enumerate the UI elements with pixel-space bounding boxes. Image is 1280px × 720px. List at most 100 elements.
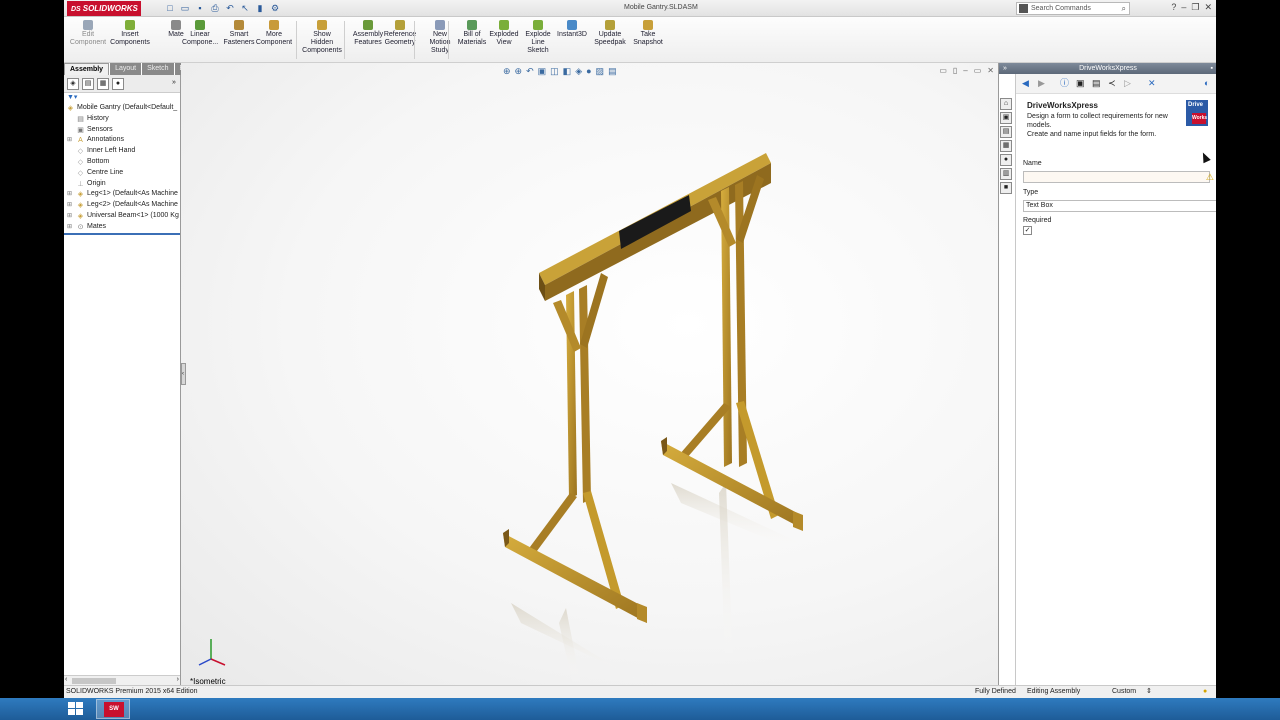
search-scope-icon[interactable]: [1019, 4, 1028, 13]
scroll-right-icon[interactable]: ›: [177, 676, 179, 683]
search-icon[interactable]: ⌕: [1122, 3, 1126, 14]
taskbar-solidworks-app[interactable]: SW: [96, 699, 130, 719]
feature-manager-panel: ◈ ▤ ▦ ● » ▼▾ ◈ Mobile Gantry (Default<Def…: [64, 75, 181, 685]
driveworks-tab-icon[interactable]: ■: [1000, 182, 1012, 194]
pin-icon[interactable]: ▪: [1211, 63, 1213, 74]
rules-icon[interactable]: ≺: [1108, 77, 1116, 89]
insert-components-button[interactable]: Insert Components: [110, 20, 150, 47]
forward-icon[interactable]: ▶: [1038, 77, 1045, 89]
reference-geometry-icon: [395, 20, 405, 30]
tree-item[interactable]: ◇ Bottom: [64, 157, 180, 168]
filter-icon[interactable]: ▼▾: [64, 93, 180, 103]
form-icon[interactable]: ▤: [1092, 77, 1101, 89]
type-select[interactable]: Text Box ⌄: [1023, 200, 1216, 212]
more-component-label: More Component: [255, 31, 293, 46]
expand-icon[interactable]: ⊞: [67, 135, 72, 146]
tree-item[interactable]: ⊞ A Annotations: [64, 135, 180, 146]
info-icon[interactable]: ⓘ: [1060, 77, 1069, 89]
expand-icon[interactable]: ⊞: [67, 222, 72, 233]
file-explorer-tab-icon[interactable]: ▤: [1000, 126, 1012, 138]
run-icon[interactable]: ▷: [1124, 77, 1131, 89]
document-title: Mobile Gantry.SLDASM: [624, 4, 698, 11]
tab-sketch[interactable]: Sketch: [142, 63, 174, 75]
close-icon[interactable]: ✕: [1148, 77, 1156, 89]
tree-item[interactable]: ▣ Sensors: [64, 125, 180, 136]
help-icon[interactable]: ?: [1171, 2, 1176, 13]
toolbar-separator: [414, 21, 415, 59]
smart-fasteners-button[interactable]: Smart Fasteners: [219, 20, 259, 47]
rebuild-icon[interactable]: ▮: [254, 2, 266, 14]
expand-icon[interactable]: ⊞: [67, 200, 72, 211]
minimize-icon[interactable]: –: [1181, 2, 1186, 13]
expand-panel-icon[interactable]: »: [168, 78, 180, 90]
undo-icon[interactable]: ↶: [224, 2, 236, 14]
configuration-tab-icon[interactable]: ▦: [97, 78, 109, 90]
new-document-icon[interactable]: □: [164, 2, 176, 14]
show-hidden-icon: [317, 20, 327, 30]
tree-item[interactable]: ▤ History: [64, 114, 180, 125]
tree-item[interactable]: ⊞ ⊙ Mates: [64, 222, 180, 233]
appearances-tab-icon[interactable]: ●: [1000, 154, 1012, 166]
units-spinner-icon[interactable]: ⇕: [1146, 686, 1152, 698]
show-hidden-label: Show Hidden Components: [302, 31, 342, 54]
tree-item[interactable]: ◇ Inner Left Hand: [64, 146, 180, 157]
required-checkbox[interactable]: ✓: [1023, 226, 1032, 235]
save-icon[interactable]: ▪: [194, 2, 206, 14]
property-manager-tab-icon[interactable]: ▤: [82, 78, 94, 90]
window-controls: ? – ❐ ✕: [1171, 2, 1212, 13]
scroll-thumb[interactable]: [72, 678, 116, 684]
update-speedpak-button[interactable]: Update Speedpak: [590, 20, 630, 47]
tree-item[interactable]: ◇ Centre Line: [64, 168, 180, 179]
scroll-left-icon[interactable]: ‹: [65, 676, 67, 683]
tree-item[interactable]: ⊞ ◈ Universal Beam<1> (1000 Kg: [64, 211, 180, 222]
horizontal-scrollbar[interactable]: ‹ ›: [64, 675, 180, 685]
instant3d-button[interactable]: Instant3D: [552, 20, 592, 39]
search-commands-input[interactable]: Search Commands ⌕: [1016, 2, 1130, 15]
design-library-tab-icon[interactable]: ▣: [1000, 112, 1012, 124]
appearance-tab-icon[interactable]: ●: [112, 78, 124, 90]
expand-icon[interactable]: ⊞: [67, 189, 72, 200]
resources-tab-icon[interactable]: ⌂: [1000, 98, 1012, 110]
open-icon[interactable]: ▭: [179, 2, 191, 14]
leg-1[interactable]: [503, 273, 647, 623]
units-selector[interactable]: Custom: [1112, 686, 1136, 698]
tree-item[interactable]: ◈ Mobile Gantry (Default<Default_: [64, 103, 180, 114]
instant3d-icon: [567, 20, 577, 30]
linear-component-button[interactable]: Linear Compone...: [182, 20, 218, 47]
tree-item-label: Origin: [87, 179, 106, 187]
solidworks-logo[interactable]: DS SOLIDWORKS: [67, 1, 141, 16]
options-icon[interactable]: ⚙: [269, 2, 281, 14]
task-pane-tabs: ⌂ ▣ ▤ ▦ ● ▥ ■: [1000, 98, 1014, 196]
title-bar: DS SOLIDWORKS □ ▭ ▪ ⎙ ↶ ↖ ▮ ⚙ Mobile Gant…: [64, 0, 1216, 17]
rebuild-status-icon[interactable]: ●: [1203, 686, 1207, 698]
print-icon[interactable]: ⎙: [209, 2, 221, 14]
graphics-area[interactable]: ⊕ ⊕ ↶ ▣ ◫ ◧ ◈ ● ▨ ▤ ▭ ▯ – ▭ ✕ ‹ *Isometr…: [181, 63, 998, 685]
solidworks-window: DS SOLIDWORKS □ ▭ ▪ ⎙ ↶ ↖ ▮ ⚙ Mobile Gant…: [64, 0, 1216, 698]
tree-item[interactable]: ⊞ ◈ Leg<1> (Default<As Machine: [64, 189, 180, 200]
toolbar-separator: [344, 21, 345, 59]
edit-component-button[interactable]: Edit Component: [68, 20, 108, 47]
gantry-model[interactable]: [181, 63, 998, 685]
take-snapshot-button[interactable]: Take Snapshot: [628, 20, 668, 47]
tree-item[interactable]: ⊥ Origin: [64, 179, 180, 190]
tree-item[interactable]: ⊞ ◈ Leg<2> (Default<As Machine: [64, 200, 180, 211]
view-palette-tab-icon[interactable]: ▦: [1000, 140, 1012, 152]
tab-layout[interactable]: Layout: [110, 63, 142, 75]
restore-icon[interactable]: ❐: [1191, 2, 1199, 13]
select-icon[interactable]: ↖: [239, 2, 251, 14]
component-icon: [269, 20, 279, 30]
custom-properties-tab-icon[interactable]: ▥: [1000, 168, 1012, 180]
feature-tree-tab-icon[interactable]: ◈: [67, 78, 79, 90]
more-component-button[interactable]: More Component: [254, 20, 294, 47]
name-input[interactable]: [1023, 171, 1210, 183]
expand-icon[interactable]: ⊞: [67, 211, 72, 222]
windows-start-icon[interactable]: [68, 702, 84, 716]
show-hidden-button[interactable]: Show Hidden Components: [302, 20, 342, 55]
help-icon[interactable]: ◐: [1204, 77, 1209, 89]
subassembly-icon: ◈: [77, 191, 84, 199]
back-icon[interactable]: ◀: [1022, 77, 1029, 89]
tab-assembly[interactable]: Assembly: [64, 63, 110, 75]
model-icon[interactable]: ▣: [1076, 77, 1085, 89]
collapse-task-pane-icon[interactable]: »: [1003, 63, 1007, 74]
close-icon[interactable]: ✕: [1204, 2, 1212, 13]
